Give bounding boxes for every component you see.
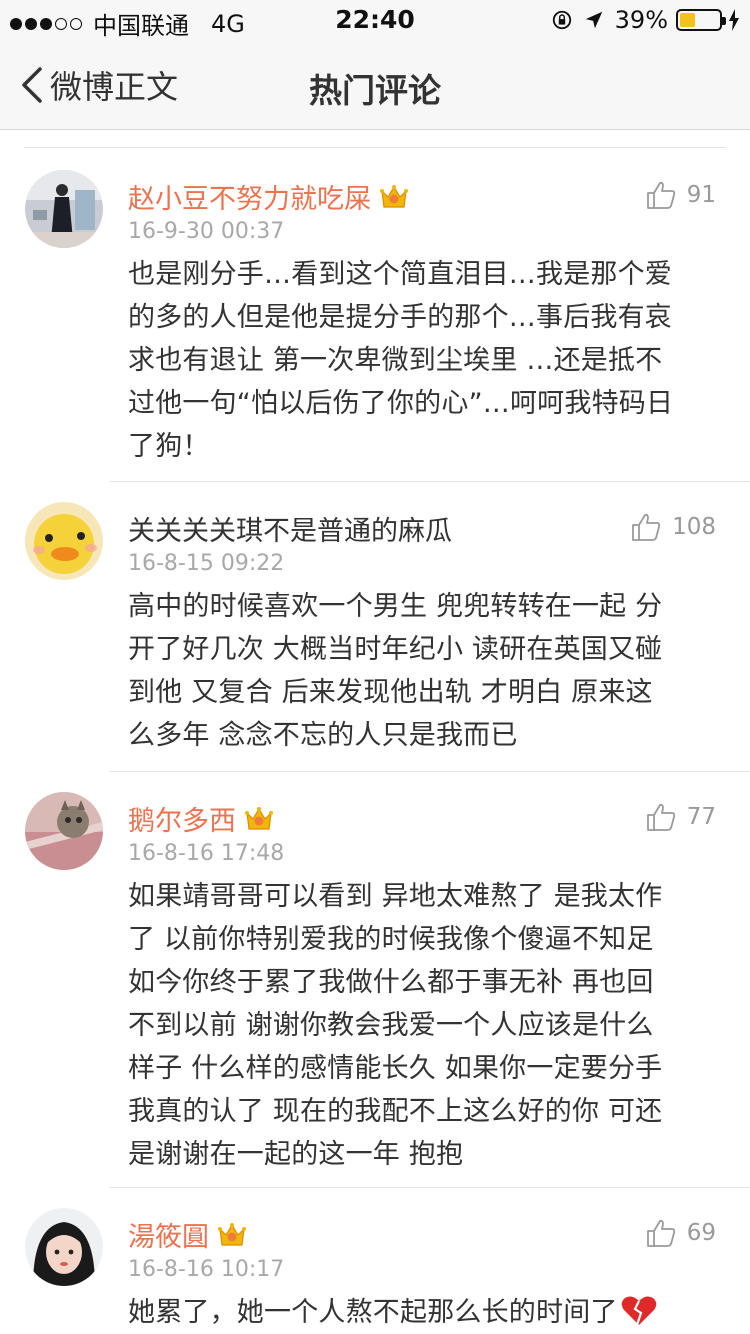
comment-line: 开了好几次 大概当时年纪小 读研在英国又碰 [128,634,663,665]
thumbs-up-icon [632,513,661,541]
battery-tip [722,17,726,25]
comment-line: 她累了，她一个人熬不起那么长的时间了 [128,1297,618,1328]
avatar[interactable] [25,502,103,580]
thumbs-up-icon [646,803,675,831]
like-button[interactable]: 108 [630,511,716,543]
orientation-lock-icon [552,10,571,30]
charging-bolt-icon [729,9,739,31]
comment-time: 16-8-16 10:17 [128,1257,285,1282]
comment-line: 过他一句“怕以后伤了你的心”…呵呵我特码日 [128,388,674,419]
username[interactable]: 鹅尔多西 [128,799,236,838]
comment-divider [110,1187,750,1188]
comment-line: 样子 什么样的感情能长久 如果你一定要分手 [128,1053,663,1084]
comment-text: 如果靖哥哥可以看到 异地太难熬了 是我太作 了 以前你特别爱我的时候我像个傻逼不… [128,875,728,1176]
comment-line: 如果靖哥哥可以看到 异地太难熬了 是我太作 [128,881,663,912]
status-bar: 中国联通 4G 22:40 39% [0,0,750,42]
comment-line: 我真的认了 现在的我配不上这么好的你 可还 [128,1096,663,1127]
name-row: 关关关关琪不是普通的麻瓜 [128,509,452,548]
like-count: 91 [686,182,716,208]
like-button[interactable]: 77 [645,801,716,833]
like-count: 108 [672,514,716,540]
avatar[interactable] [25,1208,103,1286]
comment-text: 也是刚分手…看到这个简直泪目…我是那个爱 的多的人但是他是提分手的那个…事后我有… [128,253,728,468]
status-right: 39% [551,6,740,34]
comment-line: 求也有退让 第一次卑微到尘埃里 …还是抵不 [128,345,663,376]
avatar-image [25,502,103,580]
broken-heart-icon [621,1296,656,1326]
name-row: 鹅尔多西 [128,799,274,838]
username[interactable]: 关关关关琪不是普通的麻瓜 [128,509,452,548]
vip-crown-icon [380,184,408,208]
comment-line: 是谢谢在一起的这一年 抱抱 [128,1139,464,1170]
comment-text: 高中的时候喜欢一个男生 兜兜转转在一起 分 开了好几次 大概当时年纪小 读研在英… [128,585,728,757]
comment-line-wrapper: 她累了，她一个人熬不起那么长的时间了 [128,1291,728,1334]
comment-line: 不到以前 谢谢你教会我爱一个人应该是什么 [128,1010,654,1041]
comment-line: 了 以前你特别爱我的时候我像个傻逼不知足 [128,924,654,955]
comment-line: 的多的人但是他是提分手的那个…事后我有哀 [128,302,672,333]
list-top-divider [24,147,726,148]
comment-time: 16-8-15 09:22 [128,551,285,576]
vip-crown-icon [245,806,273,830]
comment-text: 她累了，她一个人熬不起那么长的时间了 [128,1291,728,1334]
navigation-bar: 微博正文 热门评论 [0,42,750,130]
comment-time: 16-9-30 00:37 [128,219,285,244]
like-button[interactable]: 69 [645,1217,716,1249]
battery-level-fill [680,13,695,27]
comment-line: 了狗！ [128,431,210,462]
comment-line: 到他 又复合 后来发现他出轨 才明白 原来这 [128,677,653,708]
comment-line: 也是刚分手…看到这个简直泪目…我是那个爱 [128,259,672,290]
location-arrow-icon [585,11,602,29]
comment-line: 高中的时候喜欢一个男生 兜兜转转在一起 分 [128,591,663,622]
like-button[interactable]: 91 [645,179,716,211]
username[interactable]: 赵小豆不努力就吃屎 [128,177,371,216]
avatar-image [25,170,103,248]
comment-divider [110,771,750,772]
avatar[interactable] [25,170,103,248]
avatar-image [25,792,103,870]
comment-line: 么多年 念念不忘的人只是我而已 [128,720,518,751]
username[interactable]: 湯筱圓 [128,1215,209,1254]
name-row: 赵小豆不努力就吃屎 [128,177,409,216]
comment-time: 16-8-16 17:48 [128,841,285,866]
thumbs-up-icon [646,181,675,209]
battery-icon [676,9,726,31]
comment-line: 如今你终于累了我做什么都于事无补 再也回 [128,967,654,998]
name-row: 湯筱圓 [128,1215,247,1254]
comment-divider [110,481,750,482]
thumbs-up-icon [646,1219,675,1247]
like-count: 77 [686,804,716,830]
page-title: 热门评论 [309,71,441,110]
avatar[interactable] [25,792,103,870]
battery-percent: 39% [614,6,668,34]
like-count: 69 [686,1220,716,1246]
vip-crown-icon [218,1222,246,1246]
avatar-image [25,1208,103,1286]
